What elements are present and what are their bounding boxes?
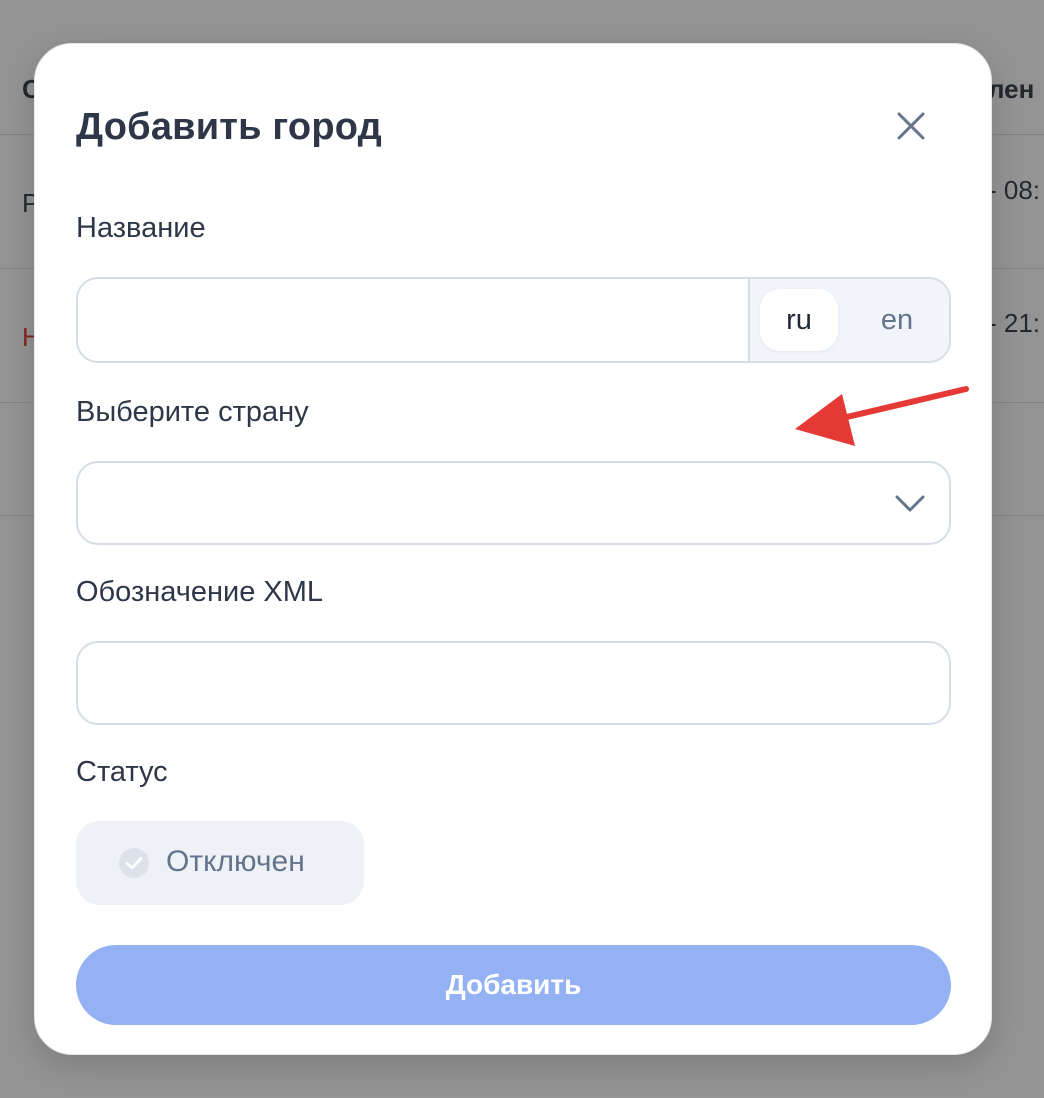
modal-title: Добавить город	[76, 106, 382, 148]
chevron-down-icon	[895, 495, 925, 512]
language-switch: ru en	[748, 279, 949, 361]
add-button[interactable]: Добавить	[76, 945, 951, 1025]
close-button[interactable]	[891, 106, 931, 146]
check-circle-icon	[119, 848, 149, 878]
xml-label: Обозначение XML	[76, 576, 324, 608]
country-label: Выберите страну	[76, 396, 309, 428]
xml-input[interactable]	[76, 641, 951, 725]
close-icon	[897, 112, 925, 140]
add-city-modal: Добавить город Название ru en Выберите с…	[34, 43, 992, 1055]
lang-tab-en[interactable]: en	[858, 289, 936, 351]
status-label: Статус	[76, 756, 168, 788]
country-select[interactable]	[76, 461, 951, 545]
status-toggle[interactable]: Отключен	[76, 821, 364, 905]
lang-tab-ru[interactable]: ru	[760, 289, 838, 351]
status-toggle-label: Отключен	[166, 845, 305, 878]
name-label: Название	[76, 212, 206, 244]
name-input[interactable]	[78, 279, 748, 361]
name-input-group: ru en	[76, 277, 951, 363]
